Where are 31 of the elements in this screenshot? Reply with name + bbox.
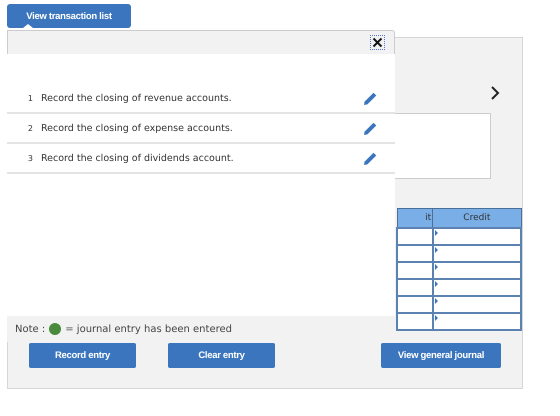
table-cell[interactable] [397,228,433,245]
pencil-icon[interactable] [363,150,378,166]
view-general-journal-button[interactable]: View general journal [381,343,501,368]
transaction-text: Record the closing of expense accounts. [41,122,234,134]
table-cell[interactable] [432,296,521,313]
table-cell[interactable] [432,279,521,296]
table-cell[interactable] [397,262,433,279]
transaction-text: Record the closing of dividends account. [41,152,235,164]
transaction-number: 3 [26,154,34,162]
pencil-icon[interactable] [363,120,378,136]
pencil-icon[interactable] [363,90,378,106]
clear-entry-button[interactable]: Clear entry [168,343,275,368]
table-cell[interactable] [432,313,521,330]
table-cell[interactable] [397,296,433,313]
table-cell[interactable] [397,279,433,296]
table-cell[interactable] [397,313,433,330]
transaction-number: 2 [26,124,34,132]
table-cell[interactable] [397,245,433,262]
column-header: Credit [432,208,521,228]
transaction-number: 1 [26,94,34,102]
view-transaction-list-tab[interactable]: View transaction list [7,4,131,28]
table-cell[interactable] [432,262,521,279]
table-cell[interactable] [432,245,521,262]
entered-dot-icon [49,323,62,335]
table-cell[interactable] [432,228,521,245]
note-text: = journal entry has been entered [65,324,232,334]
record-entry-button[interactable]: Record entry [29,343,136,368]
column-header: it [397,208,433,228]
close-button[interactable] [370,35,385,50]
note-label: Note : [15,324,46,334]
transaction-text: Record the closing of revenue accounts. [41,92,233,104]
